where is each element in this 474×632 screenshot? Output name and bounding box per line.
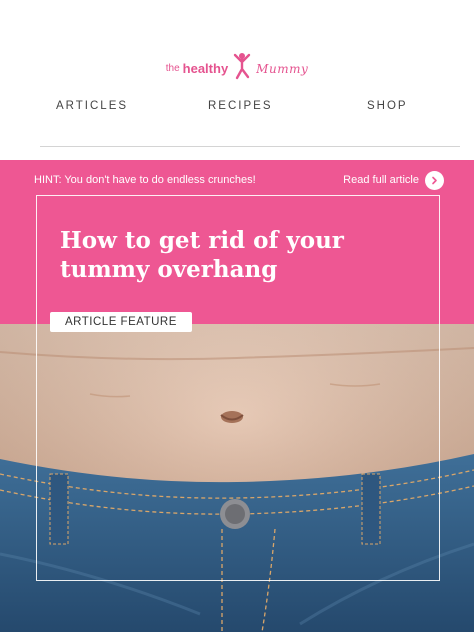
nav-articles[interactable]: ARTICLES xyxy=(56,100,128,112)
chevron-right-icon[interactable] xyxy=(425,170,444,190)
read-full-article-link[interactable]: Read full article xyxy=(343,170,444,190)
brand-logo[interactable]: the healthy Mummy xyxy=(0,48,474,84)
hint-bar: HINT: You don't have to do endless crunc… xyxy=(34,170,444,190)
read-full-article-label: Read full article xyxy=(343,174,419,186)
hint-text: HINT: You don't have to do endless crunc… xyxy=(34,174,256,186)
article-title[interactable]: How to get rid of your tummy overhang xyxy=(60,226,420,284)
header-divider xyxy=(40,146,460,147)
nav-shop[interactable]: SHOP xyxy=(367,100,408,112)
jumping-figure-icon xyxy=(233,53,251,80)
logo-text-healthy: healthy xyxy=(182,60,229,76)
logo-text-mummy: Mummy xyxy=(256,62,309,76)
article-feature-badge: ARTICLE FEATURE xyxy=(50,312,192,332)
nav-recipes[interactable]: RECIPES xyxy=(208,100,273,112)
main-nav: ARTICLES RECIPES SHOP xyxy=(0,100,474,122)
logo-text-the: the xyxy=(165,62,180,74)
